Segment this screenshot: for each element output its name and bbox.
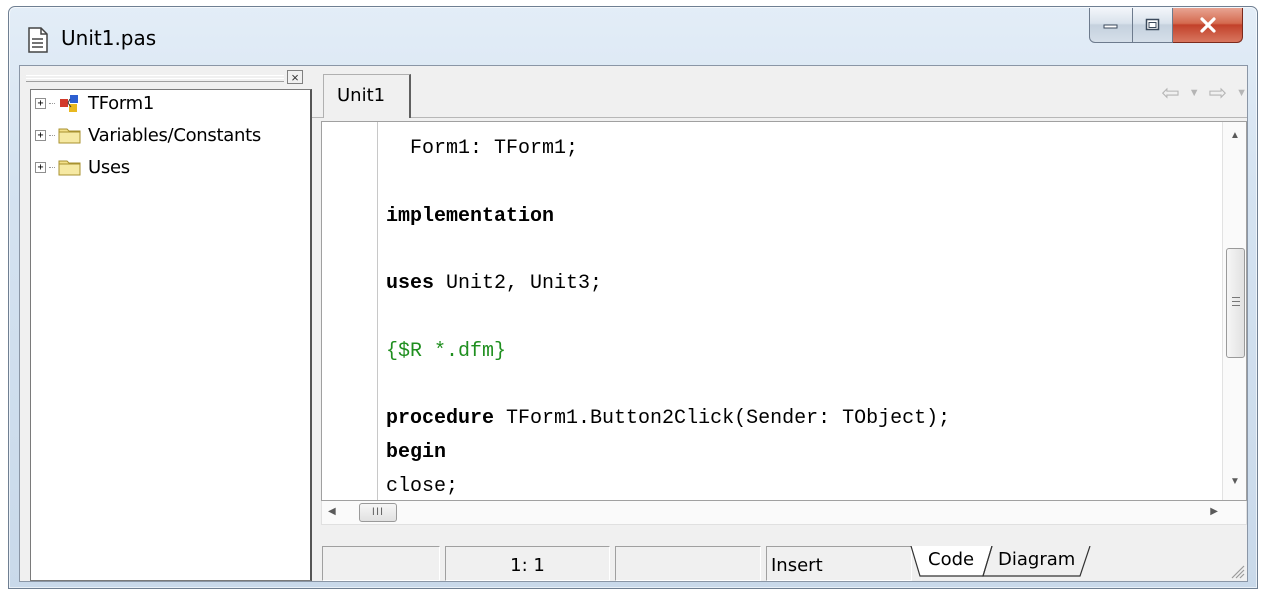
back-dropdown-icon[interactable]: ▼ — [1189, 87, 1200, 99]
code-explorer-panel: × + TForm1 + Variables/Constants + Uses — [20, 66, 312, 581]
tab-code[interactable]: Code — [928, 546, 974, 576]
close-icon — [1199, 17, 1216, 33]
cursor-position: 1: 1 — [445, 546, 610, 581]
scroll-right-icon[interactable]: ▶ — [1210, 506, 1218, 517]
code-line[interactable]: begin — [386, 436, 950, 470]
tree-connector — [49, 102, 55, 104]
status-panel-blank — [615, 546, 761, 581]
status-panel-modified — [322, 546, 440, 581]
maximize-icon — [1145, 18, 1159, 31]
code-line[interactable]: implementation — [386, 200, 950, 234]
status-bar: 1: 1 Insert Code Diagram — [312, 542, 1247, 581]
code-text-span: Unit2, Unit3; — [434, 272, 603, 296]
code-line[interactable]: Form1: TForm1; — [386, 132, 950, 166]
code-comment: {$R *.dfm} — [386, 339, 507, 363]
tree-item-label: Variables/Constants — [88, 124, 261, 146]
ide-window: Unit1.pas × + TForm1 + Variables/Constan… — [8, 6, 1258, 589]
navigation-arrows: ⇦ ▼ ⇨ ▼ — [1161, 80, 1247, 106]
resize-grip-icon[interactable] — [1229, 563, 1245, 579]
tree-connector — [49, 166, 55, 168]
vertical-scroll-thumb[interactable] — [1226, 248, 1245, 358]
tree-item-uses[interactable]: + Uses — [35, 156, 130, 178]
horizontal-scrollbar[interactable]: ◀ III ▶ — [321, 501, 1247, 525]
document-icon — [28, 27, 48, 53]
code-keyword: implementation — [386, 204, 555, 228]
panel-grip[interactable] — [26, 75, 284, 82]
folder-icon — [58, 160, 81, 176]
tab-unit1[interactable]: Unit1 — [323, 74, 411, 118]
scroll-up-icon[interactable]: ▲ — [1223, 130, 1246, 150]
code-text[interactable]: Form1: TForm1; implementation uses Unit2… — [386, 132, 950, 500]
grip-icon — [1232, 297, 1240, 306]
code-keyword: procedure — [386, 407, 495, 431]
expand-icon[interactable]: + — [35, 97, 46, 109]
minimize-button[interactable] — [1089, 8, 1133, 43]
panel-close-button[interactable]: × — [287, 70, 303, 84]
caption-buttons — [1089, 8, 1243, 44]
title-bar[interactable]: Unit1.pas — [9, 7, 1257, 65]
minimize-icon — [1103, 24, 1118, 29]
close-button[interactable] — [1173, 8, 1243, 43]
code-explorer-tree[interactable]: + TForm1 + Variables/Constants + Uses — [30, 89, 312, 581]
insert-mode: Insert — [766, 546, 912, 581]
tab-diagram[interactable]: Diagram — [998, 546, 1075, 576]
tree-item-label: TForm1 — [88, 92, 154, 114]
code-line[interactable]: procedure TForm1.Button2Click(Sender: TO… — [386, 402, 950, 436]
back-arrow-icon[interactable]: ⇦ — [1161, 80, 1179, 106]
editor-tabstrip: Unit1 ⇦ ▼ ⇨ ▼ — [312, 66, 1247, 118]
maximize-button[interactable] — [1133, 8, 1173, 43]
code-text-span: Form1: TForm1; — [410, 137, 579, 160]
code-line[interactable] — [386, 369, 950, 403]
form-component-icon — [60, 95, 78, 112]
folder-icon — [58, 128, 81, 144]
window-title: Unit1.pas — [61, 26, 157, 50]
code-editor[interactable]: Form1: TForm1; implementation uses Unit2… — [321, 121, 1247, 501]
code-keyword: begin — [386, 441, 447, 465]
code-text-span: TForm1.Button2Click(Sender: TObject); — [494, 407, 951, 431]
code-line[interactable] — [386, 301, 950, 335]
editor-area: Unit1 ⇦ ▼ ⇨ ▼ Form1: TForm1; implementat… — [312, 66, 1247, 581]
code-line[interactable]: uses Unit2, Unit3; — [386, 267, 950, 301]
scroll-down-icon[interactable]: ▼ — [1223, 476, 1246, 496]
client-area: × + TForm1 + Variables/Constants + Uses … — [19, 65, 1248, 582]
scroll-left-icon[interactable]: ◀ — [328, 506, 336, 517]
code-line[interactable]: close; — [386, 470, 950, 500]
tree-item-label: Uses — [88, 156, 130, 178]
code-line[interactable] — [386, 233, 950, 267]
code-text-span: close; — [386, 474, 459, 498]
editor-gutter[interactable] — [322, 122, 378, 500]
code-line[interactable]: {$R *.dfm} — [386, 335, 950, 369]
code-line[interactable] — [386, 166, 950, 200]
forward-dropdown-icon[interactable]: ▼ — [1236, 87, 1247, 99]
expand-icon[interactable]: + — [35, 129, 46, 141]
horizontal-scroll-thumb[interactable]: III — [359, 503, 397, 522]
tree-connector — [49, 134, 55, 136]
forward-arrow-icon[interactable]: ⇨ — [1209, 80, 1227, 106]
tree-item-variables-constants[interactable]: + Variables/Constants — [35, 124, 261, 146]
vertical-scrollbar[interactable]: ▲ ▼ — [1222, 122, 1246, 500]
expand-icon[interactable]: + — [35, 161, 46, 173]
code-keyword: uses — [386, 272, 435, 296]
tree-item-tform1[interactable]: + TForm1 — [35, 92, 154, 114]
